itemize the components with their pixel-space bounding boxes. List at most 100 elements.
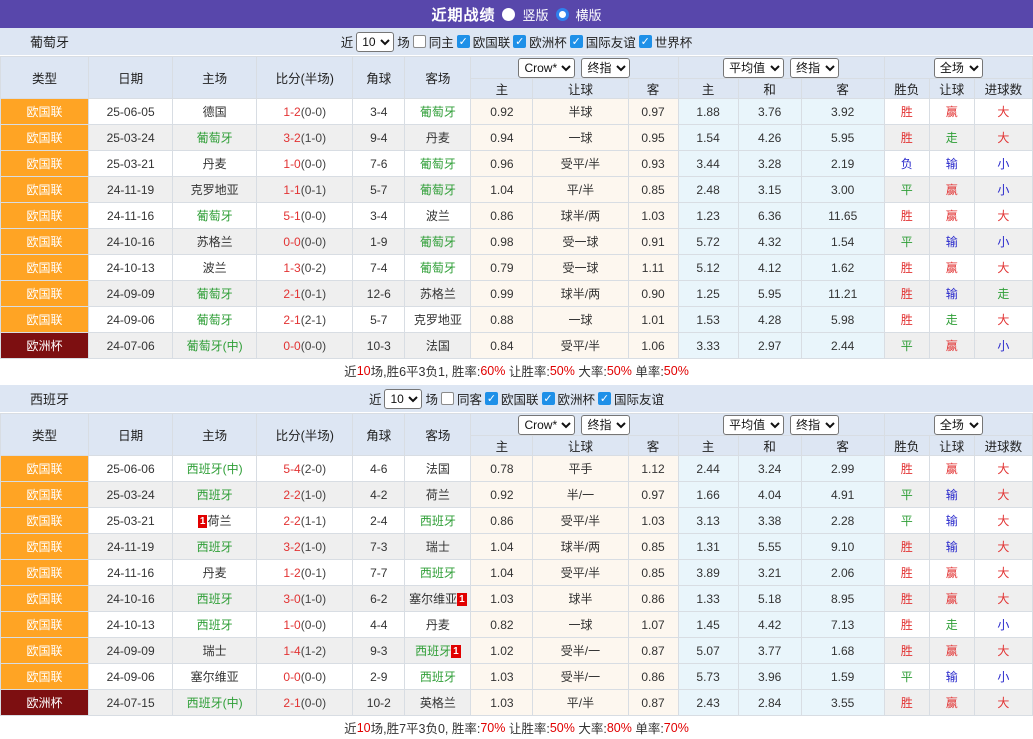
crow-handicap: 受平/半: [533, 560, 628, 586]
result-goals: 大: [974, 638, 1032, 664]
fulltime-score: 2-2: [283, 514, 300, 528]
match-competition: 欧国联: [1, 612, 89, 638]
score-cell: 3-0(1-0): [257, 586, 353, 612]
score-cell: 2-2(1-0): [257, 482, 353, 508]
result-goals: 小: [974, 151, 1032, 177]
home-team-name: 西班牙: [197, 540, 233, 554]
horizontal-layout-label[interactable]: 横版: [576, 5, 602, 24]
crow-handicap: 一球: [533, 612, 628, 638]
avg-final-odds-select[interactable]: 终指: [790, 58, 839, 78]
away-team-name: 法国: [426, 462, 450, 476]
crow-final-odds-select[interactable]: 终指: [581, 58, 630, 78]
league-checkbox[interactable]: ✓: [570, 35, 583, 48]
recent-label: 近: [369, 389, 382, 408]
result-winloss: 胜: [884, 560, 929, 586]
fulltime-score: 5-1: [283, 209, 300, 223]
away-team-cell: 塞尔维亚1: [405, 586, 471, 612]
fulltime-sub-header: 胜负: [884, 436, 929, 456]
vertical-layout-label[interactable]: 竖版: [522, 5, 548, 24]
avg-home-odds: 2.48: [678, 177, 738, 203]
away-team-name: 葡萄牙: [420, 105, 456, 119]
crow-away-odds: 0.97: [628, 99, 678, 125]
result-winloss: 平: [884, 333, 929, 359]
summary-segment: 大率:: [575, 718, 607, 737]
vertical-layout-radio-icon[interactable]: [502, 8, 515, 21]
summary-segment: 60%: [480, 364, 505, 378]
column-header: 类型: [1, 57, 89, 99]
result-goals: 大: [974, 125, 1032, 151]
halftime-score: (2-1): [301, 313, 326, 327]
corners-cell: 12-6: [353, 281, 405, 307]
recent-count-select[interactable]: 10: [356, 32, 394, 52]
home-team-name: 葡萄牙: [197, 209, 233, 223]
league-checkbox[interactable]: ✓: [598, 392, 611, 405]
avg-draw-odds: 4.42: [738, 612, 801, 638]
league-checkbox[interactable]: ✓: [639, 35, 652, 48]
avg-sub-header: 主: [678, 79, 738, 99]
match-competition: 欧国联: [1, 255, 89, 281]
crow-home-odds: 0.84: [471, 333, 533, 359]
bookmaker-select[interactable]: Crow*: [518, 58, 575, 78]
result-handicap: 走: [929, 125, 974, 151]
match-date: 25-03-24: [89, 125, 173, 151]
halftime-score: (0-2): [301, 261, 326, 275]
away-team-cell: 葡萄牙: [405, 99, 471, 125]
result-goals: 走: [974, 281, 1032, 307]
result-goals: 大: [974, 690, 1032, 716]
league-checkbox[interactable]: ✓: [485, 392, 498, 405]
recent-count-select[interactable]: 10: [384, 389, 422, 409]
league-checkbox[interactable]: ✓: [513, 35, 526, 48]
crow-handicap: 球半: [533, 586, 628, 612]
avg-draw-odds: 4.26: [738, 125, 801, 151]
average-select[interactable]: 平均值: [723, 415, 784, 435]
recent-label: 近: [341, 32, 354, 51]
crow-away-odds: 0.86: [628, 664, 678, 690]
avg-final-odds-select[interactable]: 终指: [790, 415, 839, 435]
fulltime-score: 3-2: [283, 540, 300, 554]
match-date: 24-10-16: [89, 229, 173, 255]
avg-home-odds: 1.31: [678, 534, 738, 560]
crow-away-odds: 0.87: [628, 690, 678, 716]
corners-cell: 2-4: [353, 508, 405, 534]
home-team-name: 西班牙: [197, 488, 233, 502]
crow-home-odds: 0.86: [471, 508, 533, 534]
home-team-cell: 西班牙(中): [173, 456, 257, 482]
bookmaker-select[interactable]: Crow*: [518, 415, 575, 435]
halftime-score: (0-0): [301, 157, 326, 171]
crow-handicap: 一球: [533, 125, 628, 151]
result-goals: 大: [974, 560, 1032, 586]
corners-cell: 3-4: [353, 203, 405, 229]
match-competition: 欧洲杯: [1, 690, 89, 716]
column-header: 日期: [89, 414, 173, 456]
result-handicap: 输: [929, 281, 974, 307]
home-team-cell: 丹麦: [173, 151, 257, 177]
same-venue-checkbox[interactable]: [413, 35, 426, 48]
league-checkbox[interactable]: ✓: [542, 392, 555, 405]
home-team-name: 荷兰: [207, 514, 231, 528]
away-team-name: 苏格兰: [420, 287, 456, 301]
halftime-score: (1-2): [301, 644, 326, 658]
match-row: 欧国联24-11-19西班牙3-2(1-0)7-3瑞士1.04球半/两0.851…: [1, 534, 1033, 560]
match-row: 欧国联24-09-09葡萄牙2-1(0-1)12-6苏格兰0.99球半/两0.9…: [1, 281, 1033, 307]
match-row: 欧国联24-10-16西班牙3-0(1-0)6-2塞尔维亚11.03球半0.86…: [1, 586, 1033, 612]
period-select[interactable]: 全场: [934, 415, 983, 435]
column-header: 主场: [173, 414, 257, 456]
horizontal-layout-radio-icon[interactable]: [556, 8, 569, 21]
period-select[interactable]: 全场: [934, 58, 983, 78]
crow-final-odds-select[interactable]: 终指: [581, 415, 630, 435]
same-venue-checkbox[interactable]: [441, 392, 454, 405]
league-checkbox[interactable]: ✓: [457, 35, 470, 48]
avg-home-odds: 1.25: [678, 281, 738, 307]
result-handicap: 输: [929, 508, 974, 534]
header-row-groups: 类型日期主场比分(半场)角球客场Crow*终指平均值终指全场: [1, 57, 1033, 79]
fulltime-score: 3-0: [283, 592, 300, 606]
league-label: 欧洲杯: [529, 32, 567, 51]
avg-away-odds: 8.95: [801, 586, 884, 612]
match-row: 欧国联25-03-21丹麦1-0(0-0)7-6葡萄牙0.96受平/半0.933…: [1, 151, 1033, 177]
avg-draw-odds: 3.77: [738, 638, 801, 664]
crow-away-odds: 0.90: [628, 281, 678, 307]
crow-away-odds: 0.97: [628, 482, 678, 508]
match-row: 欧国联24-09-09瑞士1-4(1-2)9-3西班牙11.02受半/一0.87…: [1, 638, 1033, 664]
crow-sub-header: 让球: [533, 436, 628, 456]
average-select[interactable]: 平均值: [723, 58, 784, 78]
